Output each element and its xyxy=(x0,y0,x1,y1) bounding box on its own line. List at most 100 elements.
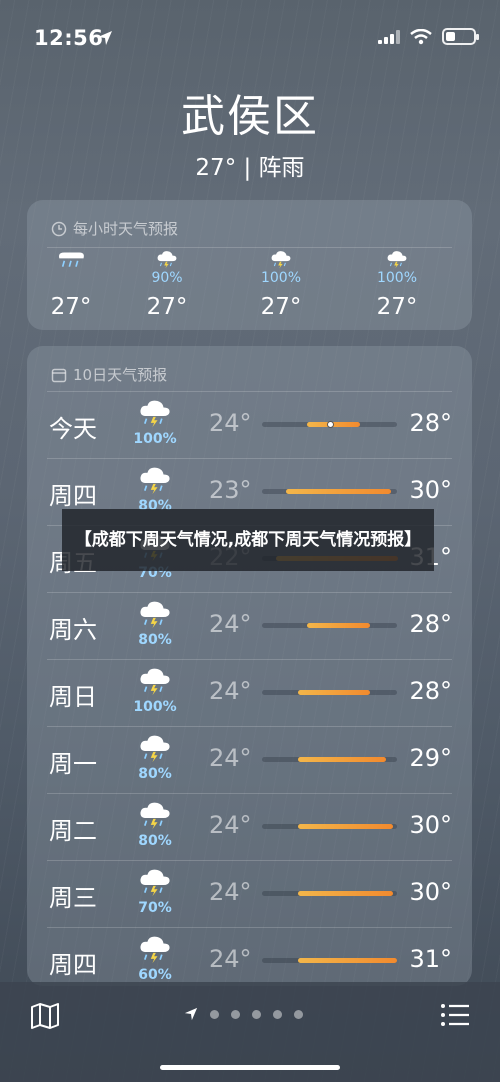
low-temp: 24° xyxy=(209,878,252,906)
day-name: 周三 xyxy=(49,884,97,912)
temp-range-fill xyxy=(298,891,393,896)
status-time: 12:56 xyxy=(34,26,104,50)
current-location-icon[interactable] xyxy=(184,1007,198,1021)
precip-chance: 60% xyxy=(138,967,172,983)
high-temp: 30° xyxy=(409,878,452,906)
weather-header: 武侯区 27° | 阵雨 xyxy=(0,80,500,182)
hourly-item: 100% 27° xyxy=(357,250,437,320)
low-temp: 23° xyxy=(209,476,252,504)
hourly-item: 27° xyxy=(31,250,111,320)
current-temp-dot xyxy=(327,421,334,428)
thunderstorm-icon xyxy=(357,250,437,269)
high-temp: 29° xyxy=(409,744,452,772)
low-temp: 24° xyxy=(209,677,252,705)
cellular-signal-icon xyxy=(378,29,400,44)
divider xyxy=(47,927,452,928)
daily-row[interactable]: 周二 80% 24° 30° xyxy=(27,793,472,860)
precip-chance: 100% xyxy=(133,699,177,715)
divider xyxy=(47,659,452,660)
thunderstorm-icon xyxy=(135,399,175,432)
calendar-icon xyxy=(51,368,67,382)
ten-day-forecast-card[interactable]: 10日天气预报 今天100%24°28°周四80%23°30°周五70%22°3… xyxy=(27,346,472,986)
hourly-item: 90% 27° xyxy=(127,250,207,320)
temp-range-fill xyxy=(307,623,370,628)
temp-range-fill xyxy=(286,489,391,494)
day-name: 周二 xyxy=(49,817,97,845)
page-dot[interactable] xyxy=(273,1009,282,1019)
clock-icon xyxy=(51,221,67,236)
location-arrow-icon xyxy=(98,31,112,45)
battery-icon xyxy=(442,28,479,45)
precip-chance: 100% xyxy=(133,431,177,447)
hourly-title: 每小时天气预报 xyxy=(73,220,179,238)
hourly-temp: 27° xyxy=(50,294,92,320)
thunderstorm-icon xyxy=(135,868,175,901)
temp-range-fill xyxy=(298,690,370,695)
low-temp: 24° xyxy=(209,811,252,839)
bottom-toolbar xyxy=(0,982,500,1082)
thunderstorm-icon xyxy=(127,250,207,269)
high-temp: 30° xyxy=(409,476,452,504)
low-temp: 24° xyxy=(209,610,252,638)
page-dot[interactable] xyxy=(231,1009,240,1019)
hourly-precip-chance: 100% xyxy=(376,270,418,286)
daily-row[interactable]: 周六 80% 24° 28° xyxy=(27,592,472,659)
low-temp: 24° xyxy=(209,744,252,772)
page-dot[interactable] xyxy=(294,1009,303,1019)
temp-range-bar xyxy=(262,958,397,963)
list-icon[interactable] xyxy=(440,1002,470,1028)
thunderstorm-icon xyxy=(241,250,321,269)
thunderstorm-icon xyxy=(135,667,175,700)
divider xyxy=(47,247,452,248)
day-name: 周四 xyxy=(49,951,97,979)
divider xyxy=(47,458,452,459)
precip-chance: 80% xyxy=(138,833,172,849)
daily-row[interactable]: 周日 100% 24° 28° xyxy=(27,659,472,726)
wifi-icon xyxy=(410,28,432,44)
divider xyxy=(47,391,452,392)
hourly-forecast-card[interactable]: 每小时天气预报 27° 90% 27° 100% 27° 100% 27° xyxy=(27,200,472,330)
daily-row[interactable]: 周三 70% 24° 30° xyxy=(27,860,472,927)
divider xyxy=(47,592,452,593)
heavy-rain-icon xyxy=(31,250,111,268)
page-dot[interactable] xyxy=(252,1009,261,1019)
temp-range-bar xyxy=(262,891,397,896)
temp-range-fill xyxy=(298,958,397,963)
temp-range-fill xyxy=(298,824,393,829)
home-indicator[interactable] xyxy=(160,1065,340,1070)
page-dot[interactable] xyxy=(210,1009,219,1019)
divider xyxy=(47,860,452,861)
overlay-text: 【成都下周天气情况,成都下周天气情况预报】 xyxy=(74,529,422,550)
thunderstorm-icon xyxy=(135,935,175,968)
temp-range-bar xyxy=(262,757,397,762)
precip-chance: 70% xyxy=(138,900,172,916)
precip-chance: 80% xyxy=(138,766,172,782)
page-indicator[interactable] xyxy=(184,1007,303,1021)
thunderstorm-icon xyxy=(135,734,175,767)
day-name: 今天 xyxy=(49,415,97,443)
day-name: 周六 xyxy=(49,616,97,644)
temp-range-bar xyxy=(262,690,397,695)
city-name: 武侯区 xyxy=(181,91,319,142)
low-temp: 24° xyxy=(209,945,252,973)
map-icon[interactable] xyxy=(30,1002,60,1030)
hourly-precip-chance: 90% xyxy=(151,270,183,286)
low-temp: 24° xyxy=(209,409,252,437)
hourly-item: 100% 27° xyxy=(241,250,321,320)
status-bar: 12:56 xyxy=(0,24,500,56)
temp-range-bar xyxy=(262,824,397,829)
thunderstorm-icon xyxy=(135,600,175,633)
daily-row[interactable]: 周四 60% 24° 31° xyxy=(27,927,472,986)
high-temp: 28° xyxy=(409,409,452,437)
daily-row[interactable]: 今天 100% 24° 28° xyxy=(27,391,472,458)
hourly-temp: 27° xyxy=(146,294,188,320)
temp-range-bar xyxy=(262,421,397,428)
daily-row[interactable]: 周一 80% 24° 29° xyxy=(27,726,472,793)
high-temp: 28° xyxy=(409,677,452,705)
temp-range-fill xyxy=(298,757,386,762)
hourly-temp: 27° xyxy=(376,294,418,320)
current-condition: 27° | 阵雨 xyxy=(195,155,305,181)
day-name: 周四 xyxy=(49,482,97,510)
hourly-precip-chance xyxy=(31,270,111,288)
day-name: 周一 xyxy=(49,750,97,778)
